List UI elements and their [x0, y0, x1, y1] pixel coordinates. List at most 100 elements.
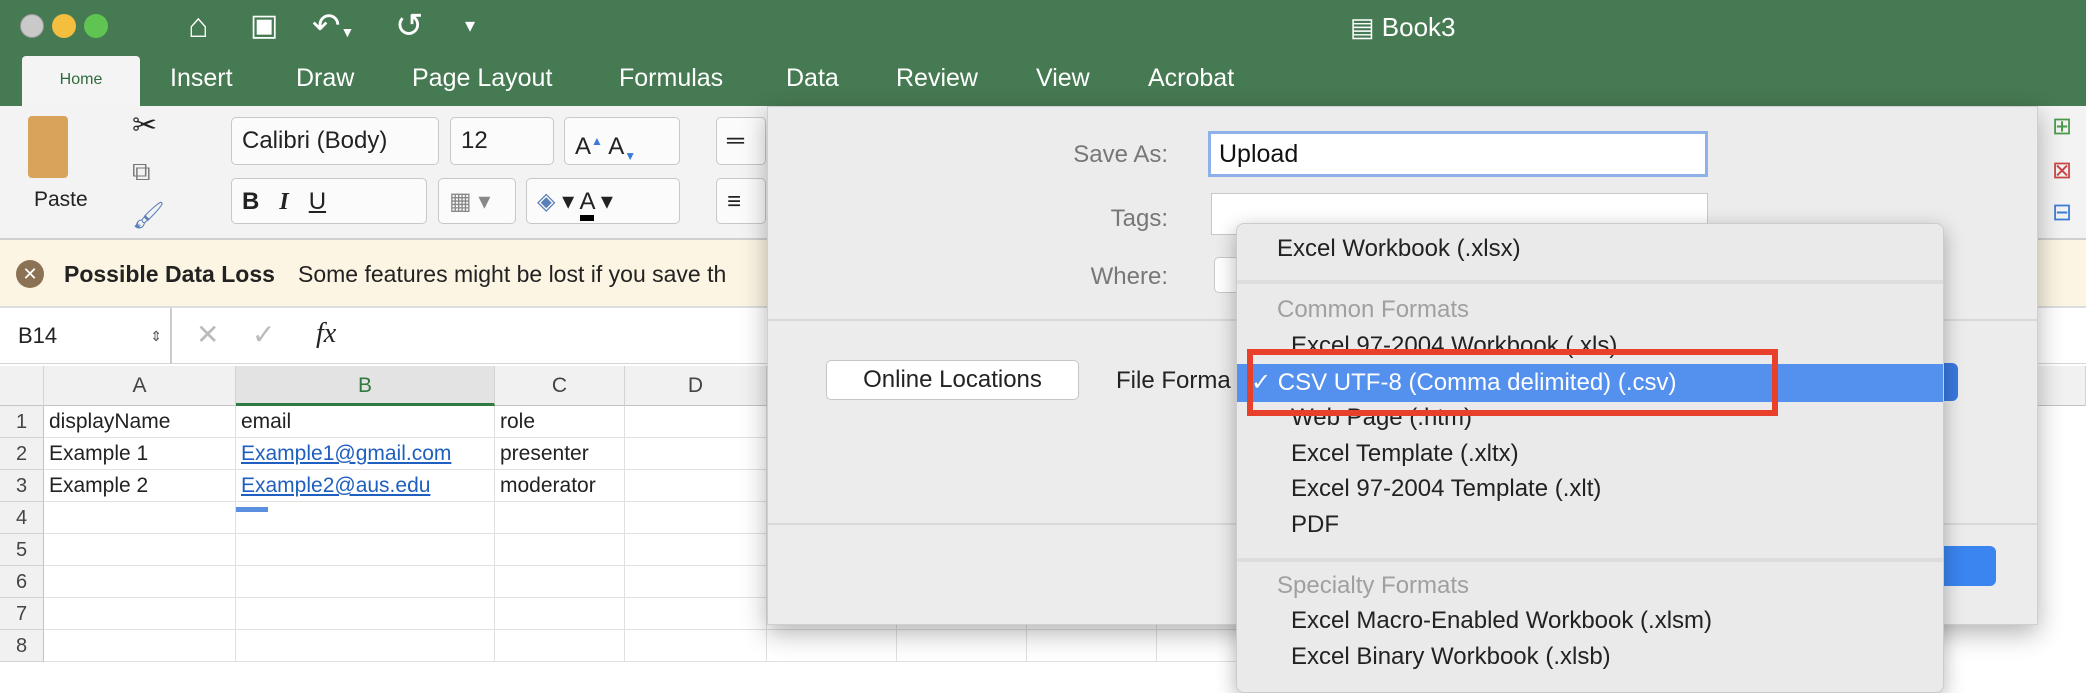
- cell[interactable]: [767, 630, 897, 662]
- cell[interactable]: [495, 630, 625, 662]
- function-icon[interactable]: fx: [316, 318, 336, 350]
- align-top-button[interactable]: ═: [716, 117, 766, 165]
- bold-button[interactable]: B: [242, 188, 259, 215]
- cell[interactable]: [625, 534, 767, 566]
- cell[interactable]: [236, 502, 495, 534]
- row-header-8[interactable]: 8: [0, 630, 44, 662]
- borders-button[interactable]: ▦ ▾: [438, 178, 516, 224]
- cell[interactable]: [897, 630, 1027, 662]
- tab-data[interactable]: Data: [786, 60, 839, 96]
- row-header-2[interactable]: 2: [0, 438, 44, 470]
- cell[interactable]: [236, 598, 495, 630]
- fill-color-icon[interactable]: ◈: [537, 188, 555, 215]
- row-header-4[interactable]: 4: [0, 502, 44, 534]
- column-header-a[interactable]: A: [44, 366, 236, 406]
- save-as-input[interactable]: Upload: [1208, 131, 1708, 177]
- font-size-select[interactable]: 12: [450, 117, 554, 165]
- cell[interactable]: [495, 598, 625, 630]
- cell[interactable]: presenter: [495, 438, 625, 470]
- menu-item-pdf[interactable]: PDF: [1237, 507, 1943, 543]
- format-cells-icon[interactable]: ⊟: [2052, 198, 2072, 227]
- font-name-select[interactable]: Calibri (Body): [231, 117, 439, 165]
- column-header-extra[interactable]: [2038, 366, 2086, 406]
- menu-item-xlsb[interactable]: Excel Binary Workbook (.xlsb): [1237, 639, 1943, 675]
- online-locations-button[interactable]: Online Locations: [826, 360, 1079, 400]
- copy-icon[interactable]: ⧉: [132, 156, 151, 188]
- home-icon[interactable]: ⌂: [188, 6, 209, 46]
- cell[interactable]: [625, 502, 767, 534]
- formula-input[interactable]: [360, 308, 760, 364]
- cancel-icon[interactable]: ✕: [196, 318, 219, 351]
- delete-cells-icon[interactable]: ⊠: [2052, 156, 2072, 185]
- paste-button[interactable]: Paste: [34, 188, 88, 212]
- cell[interactable]: [44, 566, 236, 598]
- cell[interactable]: role: [495, 406, 625, 438]
- menu-item-xlt[interactable]: Excel 97-2004 Template (.xlt): [1237, 471, 1943, 507]
- tab-review[interactable]: Review: [896, 60, 978, 96]
- scissors-icon[interactable]: ✂: [132, 108, 157, 143]
- cell[interactable]: [625, 566, 767, 598]
- close-warning-icon[interactable]: ✕: [16, 260, 44, 288]
- redo-icon[interactable]: ↺: [395, 6, 424, 46]
- customize-icon[interactable]: ▾: [465, 6, 475, 46]
- cell[interactable]: moderator: [495, 470, 625, 502]
- menu-item-xltx[interactable]: Excel Template (.xltx): [1237, 436, 1943, 472]
- italic-button[interactable]: I: [279, 189, 288, 215]
- decrease-font-icon[interactable]: A▼: [608, 133, 636, 163]
- cell[interactable]: email: [236, 406, 495, 438]
- menu-item-xlsx[interactable]: Excel Workbook (.xlsx): [1237, 231, 1943, 267]
- font-color-button[interactable]: A: [579, 188, 595, 221]
- row-header-1[interactable]: 1: [0, 406, 44, 438]
- format-painter-icon[interactable]: 🖌: [132, 200, 165, 231]
- tab-view[interactable]: View: [1036, 60, 1090, 96]
- underline-button[interactable]: U: [309, 188, 326, 215]
- row-header-3[interactable]: 3: [0, 470, 44, 502]
- cell[interactable]: Example1@gmail.com: [236, 438, 495, 470]
- tab-page-layout[interactable]: Page Layout: [412, 60, 552, 96]
- tab-home[interactable]: Home: [22, 56, 140, 106]
- align-left-button[interactable]: ≡: [716, 178, 766, 224]
- enter-icon[interactable]: ✓: [252, 318, 275, 351]
- cell[interactable]: [236, 566, 495, 598]
- clipboard-icon[interactable]: [28, 116, 68, 178]
- undo-icon[interactable]: ↶▼: [312, 6, 354, 52]
- row-header-6[interactable]: 6: [0, 566, 44, 598]
- autofill-options-icon[interactable]: [236, 507, 268, 512]
- cell[interactable]: [495, 502, 625, 534]
- name-box[interactable]: B14 ⇕: [0, 308, 172, 364]
- cell[interactable]: [44, 534, 236, 566]
- name-box-stepper-icon[interactable]: ⇕: [150, 308, 162, 364]
- font-size-adjust[interactable]: A▲ A▼: [564, 117, 680, 165]
- save-icon[interactable]: ▣: [250, 6, 278, 46]
- column-header-b[interactable]: B: [236, 366, 495, 406]
- cell[interactable]: [625, 470, 767, 502]
- cell[interactable]: [495, 534, 625, 566]
- cell[interactable]: Example 2: [44, 470, 236, 502]
- cell[interactable]: [625, 438, 767, 470]
- cell[interactable]: [44, 630, 236, 662]
- tab-formulas[interactable]: Formulas: [619, 60, 723, 96]
- row-header-7[interactable]: 7: [0, 598, 44, 630]
- cell[interactable]: [236, 534, 495, 566]
- minimize-window-button[interactable]: [52, 14, 76, 38]
- cell[interactable]: [44, 598, 236, 630]
- close-window-button[interactable]: [20, 14, 44, 38]
- tab-draw[interactable]: Draw: [296, 60, 354, 96]
- cell[interactable]: [625, 630, 767, 662]
- row-header-5[interactable]: 5: [0, 534, 44, 566]
- zoom-window-button[interactable]: [84, 14, 108, 38]
- cell[interactable]: Example 1: [44, 438, 236, 470]
- cell[interactable]: [625, 406, 767, 438]
- column-header-c[interactable]: C: [495, 366, 625, 406]
- cell[interactable]: [625, 598, 767, 630]
- increase-font-icon[interactable]: A▲: [575, 133, 603, 160]
- tab-acrobat[interactable]: Acrobat: [1148, 60, 1234, 96]
- cell[interactable]: [44, 502, 236, 534]
- select-all-corner[interactable]: [0, 366, 44, 406]
- cell[interactable]: [236, 630, 495, 662]
- cell[interactable]: Example2@aus.edu: [236, 470, 495, 502]
- column-header-d[interactable]: D: [625, 366, 767, 406]
- cell[interactable]: [495, 566, 625, 598]
- insert-cells-icon[interactable]: ⊞: [2052, 112, 2072, 141]
- cell[interactable]: displayName: [44, 406, 236, 438]
